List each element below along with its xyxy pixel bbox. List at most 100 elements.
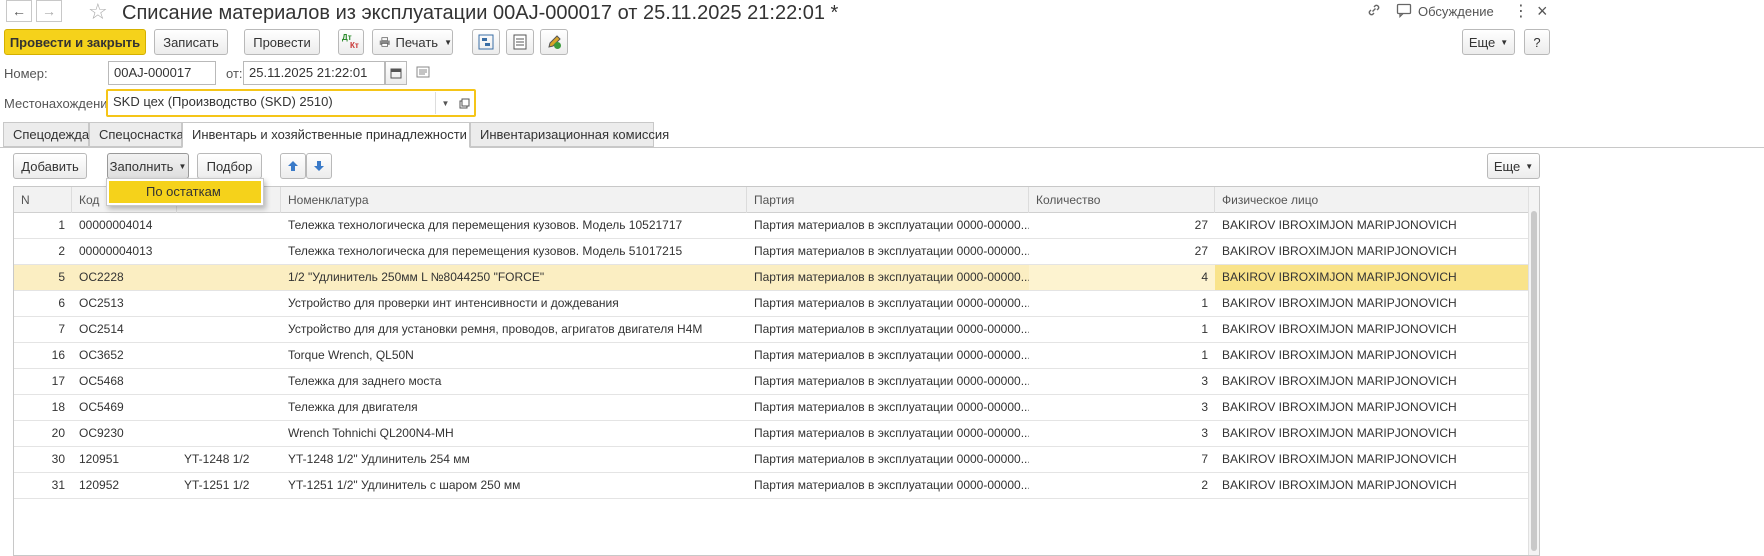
item-article: YT-1251 1/2 [184, 478, 250, 492]
post-and-close-button[interactable]: Провести и закрыть [4, 29, 146, 55]
scrollbar-thumb[interactable] [1531, 211, 1537, 551]
select-button[interactable]: Подбор [197, 153, 262, 179]
item-code: ОС2513 [79, 296, 124, 310]
item-name: 1/2 "Удлинитель 250мм L №8044250 "FORCE" [288, 270, 545, 284]
quantity-cell: 7 [1201, 452, 1208, 466]
person-cell: BAKIROV IBROXIMJON MARIPJONOVICH [1222, 348, 1457, 362]
dt-kt-icon: Дт Кт [342, 33, 359, 50]
row-number: 6 [58, 296, 65, 310]
quantity-cell: 27 [1194, 244, 1208, 258]
link-icon[interactable] [1366, 2, 1382, 21]
item-name: Устройство для проверки инт интенсивност… [288, 296, 619, 310]
tab-work-clothes[interactable]: Спецодежда [3, 122, 89, 147]
table-row[interactable]: 6 ОС2513 Устройство для проверки инт интен… [14, 291, 1529, 317]
row-number: 20 [51, 426, 65, 440]
item-code: ОС3652 [79, 348, 124, 362]
item-article [177, 395, 281, 420]
menu-item-by-balances[interactable]: По остаткам [109, 181, 261, 203]
item-code: ОС2228 [79, 270, 124, 284]
row-number: 18 [51, 400, 65, 414]
table-row[interactable]: 16 ОС3652 Torque Wrench, QL50N Партия матер… [14, 343, 1529, 369]
column-header-person[interactable]: Физическое лицо [1215, 187, 1529, 213]
structure-icon [478, 34, 494, 50]
fill-button[interactable]: Заполнить ▼ [107, 153, 189, 179]
item-name: YT-1251 1/2" Удлинитель с шаром 250 мм [288, 478, 521, 492]
back-button[interactable]: ← [6, 0, 32, 22]
move-up-button[interactable] [280, 153, 306, 179]
table-row[interactable]: 17 ОС5468 Тележка для заднего моста Партия … [14, 369, 1529, 395]
person-cell: BAKIROV IBROXIMJON MARIPJONOVICH [1222, 452, 1457, 466]
batch-cell: Партия материалов в эксплуатации 0000-00… [754, 400, 1029, 414]
favorite-star-icon[interactable]: ☆ [88, 0, 108, 24]
more-vertical-icon[interactable]: ⋮ [1513, 1, 1529, 21]
date-field[interactable]: 25.11.2025 21:22:01 [243, 61, 385, 85]
quantity-cell: 3 [1201, 374, 1208, 388]
table-row[interactable]: 1 00000004014 Тележка технологическа для п… [14, 213, 1529, 239]
quantity-cell: 3 [1201, 426, 1208, 440]
post-button[interactable]: Провести [244, 29, 320, 55]
pencil-icon [548, 35, 561, 49]
tab-special-equipment[interactable]: Спецоснастка [89, 122, 184, 147]
arrow-up-icon [288, 161, 298, 171]
item-article [177, 421, 281, 446]
table-row[interactable]: 31 120952 YT-1251 1/2 YT-1251 1/2" Удлините… [14, 473, 1529, 499]
inventory-table: N Код Номенклатура Партия Количество Физ… [13, 186, 1540, 556]
item-code: ОС5469 [79, 400, 124, 414]
item-name: Тележка для заднего моста [288, 374, 442, 388]
close-icon[interactable]: × [1537, 1, 1548, 22]
person-cell: BAKIROV IBROXIMJON MARIPJONOVICH [1222, 374, 1457, 388]
row-number: 7 [58, 322, 65, 336]
report-button[interactable] [506, 29, 534, 55]
batch-cell: Партия материалов в эксплуатации 0000-00… [754, 452, 1029, 466]
location-dropdown-button[interactable]: ▼ [435, 92, 455, 114]
forward-button[interactable]: → [36, 0, 62, 22]
move-down-button[interactable] [306, 153, 332, 179]
print-label: Печать [395, 34, 439, 50]
open-location-button[interactable] [455, 92, 473, 114]
table-row[interactable]: 5 ОС2228 1/2 "Удлинитель 250мм L №8044250 … [14, 265, 1529, 291]
edit-button[interactable] [540, 29, 568, 55]
row-number: 5 [58, 270, 65, 284]
item-name: Wrench Tohnichi QL200N4-MH [288, 426, 454, 440]
item-code: ОС5468 [79, 374, 124, 388]
table-row[interactable]: 30 120951 YT-1248 1/2 YT-1248 1/2" Удлините… [14, 447, 1529, 473]
column-header-batch[interactable]: Партия [747, 187, 1029, 213]
table-row[interactable]: 18 ОС5469 Тележка для двигателя Партия мате… [14, 395, 1529, 421]
table-row[interactable]: 2 00000004013 Тележка технологическа для п… [14, 239, 1529, 265]
calendar-icon [390, 68, 402, 79]
discussion-icon[interactable] [1396, 3, 1412, 21]
batch-cell: Партия материалов в эксплуатации 0000-00… [754, 322, 1029, 336]
table-row[interactable]: 7 ОС2514 Устройство для для установки ремн… [14, 317, 1529, 343]
discussion-link[interactable]: Обсуждение [1418, 4, 1494, 19]
person-cell: BAKIROV IBROXIMJON MARIPJONOVICH [1222, 426, 1457, 440]
column-header-quantity[interactable]: Количество [1029, 187, 1215, 213]
person-cell: BAKIROV IBROXIMJON MARIPJONOVICH [1222, 244, 1457, 258]
item-name: Устройство для для установки ремня, пров… [288, 322, 703, 336]
column-header-nomenclature[interactable]: Номенклатура [281, 187, 747, 213]
location-field[interactable]: SKD цех (Производство (SKD) 2510) [108, 91, 435, 115]
table-scrollbar[interactable] [1528, 187, 1539, 555]
add-button[interactable]: Добавить [13, 153, 87, 179]
more-button[interactable]: Еще ▼ [1462, 29, 1515, 55]
open-form-icon [459, 98, 469, 108]
tab-inventory[interactable]: Инвентарь и хозяйственные принадлежности… [182, 122, 500, 148]
number-field[interactable]: 00AJ-000017 [108, 61, 216, 85]
table-row[interactable]: 20 ОС9230 Wrench Tohnichi QL200N4-MH Партия… [14, 421, 1529, 447]
arrow-down-icon [314, 161, 324, 171]
save-button[interactable]: Записать [154, 29, 228, 55]
column-header-n[interactable]: N [14, 187, 72, 213]
quantity-cell: 1 [1201, 348, 1208, 362]
table-more-button[interactable]: Еще ▼ [1487, 153, 1540, 179]
tab-inventory-commission[interactable]: Инвентаризационная комиссия [470, 122, 669, 147]
print-button[interactable]: Печать ▼ [372, 29, 453, 55]
calendar-button[interactable] [385, 61, 407, 85]
printer-icon [379, 37, 390, 47]
row-number: 17 [51, 374, 65, 388]
comment-icon[interactable] [416, 66, 430, 81]
dt-kt-button[interactable]: Дт Кт [338, 29, 364, 55]
item-article [177, 317, 281, 342]
item-article [177, 213, 281, 238]
help-button[interactable]: ? [1524, 29, 1550, 55]
structure-button[interactable] [472, 29, 500, 55]
row-number: 1 [58, 218, 65, 232]
